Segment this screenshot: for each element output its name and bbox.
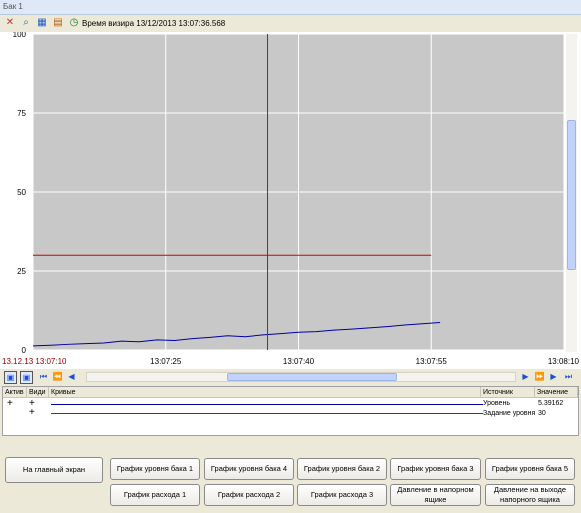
fast-forward-icon[interactable]: ⏩ bbox=[534, 371, 545, 382]
window-titlebar: Бак 1 bbox=[0, 0, 581, 15]
chart-vertical-scrollbar[interactable] bbox=[566, 34, 577, 352]
mode-a-icon[interactable]: ▣ bbox=[4, 371, 17, 384]
y-tick-label: 75 bbox=[17, 109, 26, 118]
forward-icon[interactable]: ▶ bbox=[520, 371, 531, 382]
flow-2-button[interactable]: График расхода 2 bbox=[204, 484, 294, 506]
y-tick-label: 50 bbox=[17, 188, 26, 197]
col-active[interactable]: Актив bbox=[3, 387, 27, 398]
pressure-out-button[interactable]: Давление на выходе напорного ящика bbox=[485, 484, 575, 506]
curves-legend-table: Актив Види Кривые Источник Значение + + … bbox=[2, 386, 579, 436]
col-source[interactable]: Источник bbox=[481, 387, 535, 398]
col-visible[interactable]: Види bbox=[27, 387, 49, 398]
y-tick-label: 25 bbox=[17, 267, 26, 276]
y-tick-label: 0 bbox=[22, 346, 27, 355]
row-active-toggle[interactable]: + bbox=[7, 399, 13, 409]
go-start-icon[interactable]: ⏮ bbox=[38, 371, 49, 382]
stats-icon[interactable]: ▦ bbox=[36, 17, 48, 29]
navigation-bar: ▣ ▣ ⏮ ⏪ ◀ ▶ ⏩ ▶ ⏭ bbox=[0, 369, 581, 385]
x-tick-label: 13:08:10 bbox=[548, 357, 580, 366]
main-screen-button[interactable]: На главный экран bbox=[5, 457, 103, 483]
level-1-button[interactable]: График уровня бака 1 bbox=[110, 458, 200, 480]
x-tick-label: 13.12.13 13:07:10 bbox=[2, 357, 67, 366]
row-curve-line bbox=[51, 404, 483, 405]
x-tick-label: 13:07:55 bbox=[416, 357, 448, 366]
time-scrollbar[interactable] bbox=[86, 372, 516, 382]
col-curves[interactable]: Кривые bbox=[49, 387, 481, 398]
step-forward-icon[interactable]: ▶ bbox=[548, 371, 559, 382]
settings-icon[interactable]: ▤ bbox=[52, 17, 64, 29]
level-5-button[interactable]: График уровня бака 5 bbox=[485, 458, 575, 480]
level-4-button[interactable]: График уровня бака 4 bbox=[204, 458, 294, 480]
navigation-panel: На главный экран График уровня бака 1 Гр… bbox=[0, 448, 581, 513]
flow-1-button[interactable]: График расхода 1 bbox=[110, 484, 200, 506]
window-title: Бак 1 bbox=[3, 2, 23, 11]
level-2-button[interactable]: График уровня бака 2 bbox=[297, 458, 387, 480]
row-value: 5.39162 bbox=[538, 400, 564, 407]
row-source: Уровень bbox=[483, 400, 510, 407]
y-tick-label: 100 bbox=[13, 32, 27, 39]
clock-icon[interactable]: ◷ bbox=[68, 17, 80, 29]
time-scroll-thumb[interactable] bbox=[227, 373, 397, 381]
go-end-icon[interactable]: ⏭ bbox=[563, 371, 574, 382]
toolbar: ✕ ⌕ ▦ ▤ ◷ Время визира 13/12/2013 13:07:… bbox=[0, 15, 581, 32]
pressure-box-button[interactable]: Давление в напорном ящике bbox=[390, 484, 481, 506]
row-value: 30 bbox=[538, 410, 546, 417]
vertical-scroll-thumb[interactable] bbox=[567, 120, 576, 270]
zoom-icon[interactable]: ⌕ bbox=[20, 17, 32, 29]
chart-svg[interactable]: 100 75 50 25 0 13.12.13 13:07:10 13:07:25 13:07… bbox=[0, 30, 581, 370]
cursor-off-icon[interactable]: ✕ bbox=[4, 17, 16, 29]
row-curve-line bbox=[51, 413, 483, 414]
mode-b-icon[interactable]: ▣ bbox=[20, 371, 33, 384]
col-value[interactable]: Значение bbox=[535, 387, 578, 398]
level-3-button[interactable]: График уровня бака 3 bbox=[390, 458, 481, 480]
trend-chart[interactable]: 100 75 50 25 0 13.12.13 13:07:10 13:07:25 13:07… bbox=[0, 30, 581, 370]
x-tick-label: 13:07:25 bbox=[150, 357, 182, 366]
back-icon[interactable]: ◀ bbox=[66, 371, 77, 382]
row-visible-toggle[interactable]: + bbox=[29, 408, 35, 418]
fast-back-icon[interactable]: ⏪ bbox=[52, 371, 63, 382]
row-source: Задание уровня bbox=[483, 410, 536, 417]
flow-3-button[interactable]: График расхода 3 bbox=[297, 484, 387, 506]
x-tick-label: 13:07:40 bbox=[283, 357, 315, 366]
cursor-time-label: Время визира 13/12/2013 13:07:36.568 bbox=[82, 19, 226, 28]
